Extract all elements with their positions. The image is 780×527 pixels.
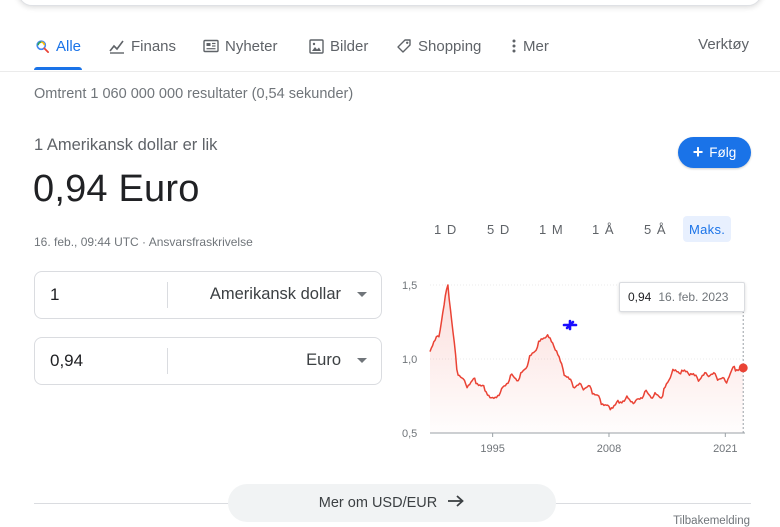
tab-label: Shopping	[418, 37, 482, 55]
chevron-down-icon[interactable]	[357, 292, 367, 297]
to-amount-input[interactable]: 0,94	[50, 351, 83, 371]
tab-images[interactable]: Bilder	[308, 36, 368, 56]
plus-icon: +	[692, 142, 704, 162]
image-icon	[308, 38, 324, 54]
y-tick-label: 1,0	[402, 354, 417, 366]
tab-label: Nyheter	[225, 37, 278, 55]
more-vertical-icon	[511, 38, 517, 54]
search-tabs: Alle Finans Nyheter Bilder Shopping Mer …	[0, 0, 780, 72]
follow-button[interactable]: + Følg	[678, 137, 751, 168]
result-stats: Omtrent 1 060 000 000 resultater (0,54 s…	[34, 86, 354, 102]
active-tab-indicator	[34, 67, 82, 70]
tab-label: Mer	[523, 37, 549, 55]
y-tick-label: 1,5	[402, 280, 417, 292]
conversion-timestamp: 16. feb., 09:44 UTC · Ansvarsfraskrivels…	[34, 235, 253, 249]
tooltip-value: 0,94	[628, 290, 652, 304]
to-currency-select[interactable]: Euro	[306, 351, 341, 370]
x-tick-label: 1995	[480, 443, 504, 455]
chart-tooltip: 0,94 16. feb. 2023	[619, 282, 745, 312]
from-amount-input[interactable]: 1	[50, 285, 59, 305]
tag-icon	[396, 38, 412, 54]
tab-label: Alle	[56, 37, 82, 55]
tab-news[interactable]: Nyheter	[203, 36, 278, 56]
divider	[167, 282, 168, 308]
range-1y[interactable]: 1 Å	[586, 216, 621, 242]
y-tick-label: 0,5	[402, 428, 417, 440]
more-about-label: Mer om USD/EUR	[318, 495, 438, 511]
arrow-right-icon	[447, 494, 465, 512]
from-currency-box: 1 Amerikansk dollar	[34, 271, 382, 319]
from-currency-select[interactable]: Amerikansk dollar	[210, 285, 341, 304]
tab-finance[interactable]: Finans	[109, 36, 176, 56]
tab-label: Bilder	[330, 37, 369, 55]
search-icon	[34, 38, 50, 54]
chevron-down-icon[interactable]	[357, 358, 367, 363]
tooltip-date: 16. feb. 2023	[658, 290, 729, 304]
to-currency-box: 0,94 Euro	[34, 337, 382, 385]
range-1d[interactable]: 1 D	[428, 216, 463, 242]
range-5d[interactable]: 5 D	[481, 216, 516, 242]
divider	[167, 348, 168, 374]
more-about-button[interactable]: Mer om USD/EUR	[228, 484, 556, 522]
x-tick-label: 2008	[597, 443, 621, 455]
news-icon	[203, 38, 219, 54]
feedback-link[interactable]: Tilbakemelding	[673, 515, 750, 527]
tools-button[interactable]: Verktøy	[698, 36, 749, 53]
tab-shopping[interactable]: Shopping	[396, 36, 481, 56]
range-5y[interactable]: 5 Å	[638, 216, 673, 242]
conversion-label: 1 Amerikansk dollar er lik	[34, 136, 218, 154]
chart-current-point	[738, 363, 748, 373]
follow-label: Følg	[709, 145, 737, 160]
tab-more[interactable]: Mer	[511, 36, 549, 56]
tab-all[interactable]: Alle	[34, 36, 81, 56]
conversion-result: 0,94 Euro	[33, 168, 200, 210]
range-1m[interactable]: 1 M	[533, 216, 570, 242]
finance-chart-icon	[109, 38, 125, 54]
range-max[interactable]: Maks.	[683, 216, 732, 242]
tab-label: Finans	[131, 37, 177, 55]
x-tick-label: 2021	[713, 443, 737, 455]
cursor-marker	[562, 319, 578, 331]
